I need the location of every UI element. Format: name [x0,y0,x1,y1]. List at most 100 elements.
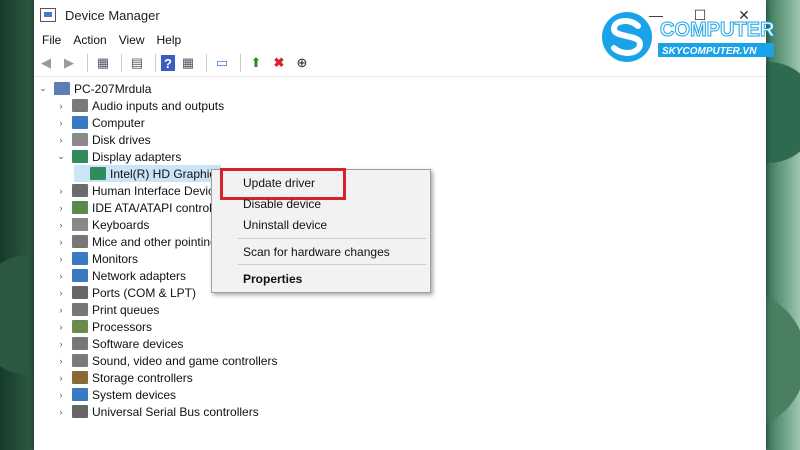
category-item[interactable]: › Sound, video and game controllers [56,352,278,369]
tree-item-label: Universal Serial Bus controllers [92,404,259,419]
speaker-icon [72,354,88,367]
scan-hardware-menu-item[interactable]: Scan for hardware changes [243,245,390,259]
uninstall-icon[interactable]: ✖ [269,53,289,73]
menu-action[interactable]: Action [67,33,112,47]
category-item[interactable]: › Processors [56,318,153,335]
category-item[interactable]: › Monitors [56,250,139,267]
tree-item-label: Audio inputs and outputs [92,98,225,113]
properties-icon[interactable]: ▤ [127,53,147,73]
expand-chevron-icon[interactable]: › [56,407,66,417]
category-item[interactable]: › Mice and other pointing [56,233,217,250]
device-manager-icon [40,8,56,22]
update-driver-menu-item[interactable]: Update driver [243,176,315,190]
properties-menu-item[interactable]: Properties [243,272,302,286]
category-item[interactable]: › Storage controllers [56,369,193,386]
keyboard-icon [72,218,88,231]
tree-item-label: Display adapters [92,149,182,164]
menu-help[interactable]: Help [151,33,188,47]
category-item[interactable]: › Print queues [56,301,160,318]
logo-site: SKYCOMPUTER.VN [662,46,757,57]
expand-chevron-icon[interactable]: › [56,373,66,383]
collapse-chevron-icon[interactable]: ⌄ [56,151,66,162]
computer-icon [54,82,70,95]
menu-view[interactable]: View [113,33,151,47]
network-icon [72,269,88,282]
tree-item-label: Computer [92,115,145,130]
category-item[interactable]: › Human Interface Device [56,182,221,199]
hid-icon [72,184,88,197]
category-item[interactable]: › Ports (COM & LPT) [56,284,197,301]
help-icon[interactable]: ? [161,55,175,71]
action-pane-icon[interactable]: ▦ [178,53,198,73]
expand-chevron-icon[interactable]: › [56,288,66,298]
mouse-icon [72,235,88,248]
expand-chevron-icon[interactable]: › [56,135,66,145]
software-icon [72,337,88,350]
tree-root[interactable]: ⌄ PC-207Mrdula [38,80,151,97]
category-item[interactable]: › IDE ATA/ATAPI controller [56,199,226,216]
expand-chevron-icon[interactable]: › [56,220,66,230]
menu-file[interactable]: File [36,33,67,47]
display-adapter-icon [72,150,88,163]
expand-chevron-icon[interactable]: › [56,186,66,196]
tree-item-label: Keyboards [92,217,150,232]
tree-item-label: Storage controllers [92,370,193,385]
expand-chevron-icon[interactable]: › [56,305,66,315]
disable-device-menu-item[interactable]: Disable device [243,197,321,211]
tree-item-label: System devices [92,387,177,402]
tree-item-label: Software devices [92,336,184,351]
enable-device-icon[interactable]: ⊕ [292,53,312,73]
category-item[interactable]: › Computer [56,114,145,131]
expand-chevron-icon[interactable]: › [56,118,66,128]
category-item[interactable]: › System devices [56,386,177,403]
category-item[interactable]: › Disk drives [56,131,151,148]
tree-item-label: Human Interface Device [92,183,221,198]
tree-item-label: Sound, video and game controllers [92,353,278,368]
device-item[interactable]: Intel(R) HD Graphics [74,165,222,182]
expand-chevron-icon[interactable]: › [56,356,66,366]
forward-icon[interactable]: ▶ [59,53,79,73]
collapse-chevron-icon[interactable]: ⌄ [38,83,48,94]
expand-chevron-icon[interactable]: › [56,390,66,400]
category-item[interactable]: ⌄ Display adapters [56,148,181,165]
skycomputer-logo: COMPUTER SKYCOMPUTER.VN [602,12,776,62]
context-menu: Update driver Disable device Uninstall d… [211,168,431,293]
category-item[interactable]: › Software devices [56,335,184,352]
uninstall-device-menu-item[interactable]: Uninstall device [243,218,327,232]
expand-chevron-icon[interactable]: › [56,254,66,264]
tree-item-label: Ports (COM & LPT) [92,285,197,300]
speaker-icon [72,99,88,112]
back-icon[interactable]: ◀ [36,53,56,73]
menu-separator [238,238,426,239]
category-item[interactable]: › Network adapters [56,267,187,284]
expand-chevron-icon[interactable]: › [56,339,66,349]
expand-chevron-icon[interactable]: › [56,237,66,247]
tree-item-label: Disk drives [92,132,151,147]
usb-icon [72,405,88,418]
disk-icon [72,133,88,146]
scan-hardware-icon[interactable]: ▭ [212,53,232,73]
category-item[interactable]: › Keyboards [56,216,150,233]
expand-chevron-icon[interactable]: › [56,203,66,213]
toolbar-separator [240,54,241,72]
update-driver-icon[interactable]: ⬆ [246,53,266,73]
expand-chevron-icon[interactable]: › [56,271,66,281]
show-hide-console-tree-icon[interactable]: ▦ [93,53,113,73]
toolbar-separator [121,54,122,72]
tree-item-label: Mice and other pointing [92,234,217,249]
category-item[interactable]: › Universal Serial Bus controllers [56,403,259,420]
toolbar-separator [87,54,88,72]
tree-item-label: IDE ATA/ATAPI controller [92,200,226,215]
monitor-icon [72,116,88,129]
port-icon [72,286,88,299]
display-adapter-icon [90,167,106,180]
tree-root-label: PC-207Mrdula [74,81,152,96]
printer-icon [72,303,88,316]
expand-chevron-icon[interactable]: › [56,322,66,332]
ide-icon [72,201,88,214]
expand-chevron-icon[interactable]: › [56,101,66,111]
tree-item-label: Intel(R) HD Graphics [110,166,222,181]
category-item[interactable]: › Audio inputs and outputs [56,97,225,114]
tree-item-label: Print queues [92,302,160,317]
toolbar-separator [155,54,156,72]
